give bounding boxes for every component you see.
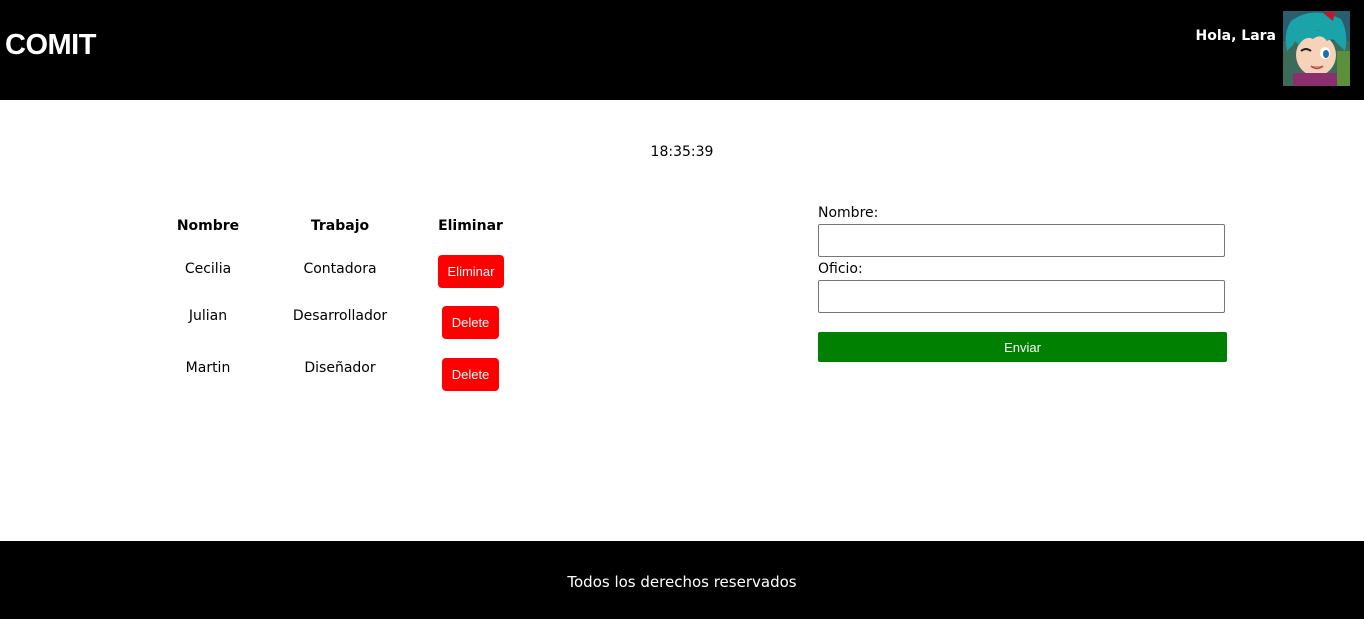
column-header-nombre: Nombre xyxy=(176,218,240,234)
row-0-trabajo: Contadora xyxy=(303,261,377,277)
row-1-trabajo: Desarrollador xyxy=(292,308,388,324)
delete-button-row-2[interactable]: Delete xyxy=(442,358,499,391)
avatar-image-icon xyxy=(1283,11,1350,86)
current-time: 18:35:39 xyxy=(650,144,714,160)
nombre-input[interactable] xyxy=(818,224,1225,257)
delete-button-row-0[interactable]: Eliminar xyxy=(438,255,504,288)
page-footer: Todos los derechos reservados xyxy=(0,541,1364,619)
footer-copyright: Todos los derechos reservados xyxy=(567,573,797,591)
row-2-nombre: Martin xyxy=(185,360,231,376)
oficio-label: Oficio: xyxy=(818,261,863,277)
row-1-nombre: Julian xyxy=(188,308,228,324)
user-greeting: Hola, Lara xyxy=(1195,28,1277,44)
user-avatar[interactable] xyxy=(1283,11,1350,86)
delete-button-row-1[interactable]: Delete xyxy=(442,306,499,339)
oficio-input[interactable] xyxy=(818,280,1225,313)
enviar-button[interactable]: Enviar xyxy=(818,332,1227,362)
column-header-eliminar: Eliminar xyxy=(438,218,503,234)
column-header-trabajo: Trabajo xyxy=(310,218,370,234)
row-2-trabajo: Diseñador xyxy=(304,360,376,376)
brand-logo-text[interactable]: COMIT xyxy=(5,29,96,62)
row-0-nombre: Cecilia xyxy=(184,261,232,277)
top-header: COMIT Hola, Lara xyxy=(0,0,1364,100)
nombre-label: Nombre: xyxy=(818,205,879,221)
